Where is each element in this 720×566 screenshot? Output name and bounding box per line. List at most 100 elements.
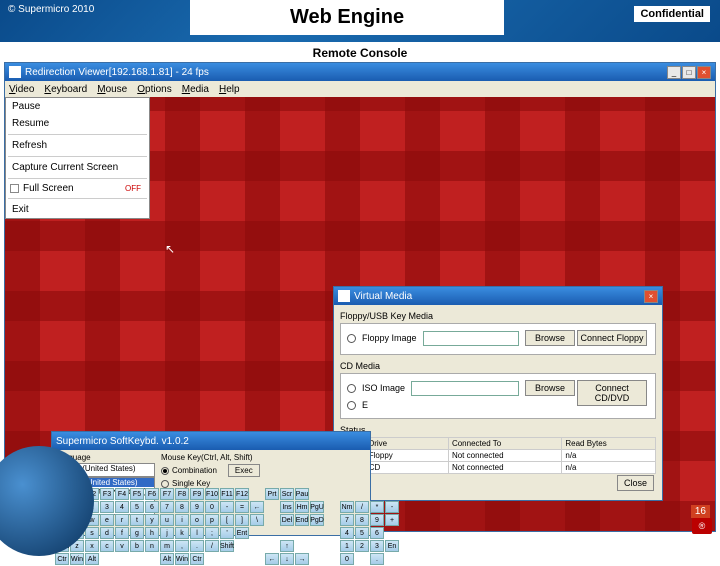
iso-image-radio[interactable] bbox=[347, 384, 356, 393]
keyboard-key[interactable]: - bbox=[385, 501, 399, 513]
keyboard-key[interactable]: PgU bbox=[310, 501, 324, 513]
keyboard-key[interactable]: 1 bbox=[340, 540, 354, 552]
floppy-path-input[interactable] bbox=[423, 331, 519, 346]
single-radio[interactable] bbox=[161, 480, 169, 488]
keyboard-key[interactable]: Ent bbox=[235, 527, 249, 539]
keyboard-key[interactable]: x bbox=[85, 540, 99, 552]
keyboard-key[interactable]: Nm bbox=[340, 501, 354, 513]
keyboard-key[interactable]: l bbox=[190, 527, 204, 539]
keyboard-key[interactable]: 5 bbox=[355, 527, 369, 539]
keyboard-key[interactable]: En bbox=[385, 540, 399, 552]
keyboard-key[interactable]: 2 bbox=[355, 540, 369, 552]
menu-keyboard[interactable]: Keyboard bbox=[44, 84, 87, 95]
maximize-button[interactable]: □ bbox=[682, 66, 696, 79]
keyboard-key[interactable]: F7 bbox=[160, 488, 174, 500]
vm-close-icon[interactable]: × bbox=[644, 290, 658, 303]
keyboard-key[interactable]: j bbox=[160, 527, 174, 539]
keyboard-key[interactable]: F4 bbox=[115, 488, 129, 500]
keyboard-key[interactable]: v bbox=[115, 540, 129, 552]
keyboard-key[interactable]: 6 bbox=[145, 501, 159, 513]
keyboard-key[interactable]: . bbox=[370, 553, 384, 565]
keyboard-key[interactable]: F8 bbox=[175, 488, 189, 500]
iso-path-input[interactable] bbox=[411, 381, 519, 396]
keyboard-key[interactable]: 8 bbox=[175, 501, 189, 513]
connect-floppy-button[interactable]: Connect Floppy bbox=[577, 330, 647, 346]
keyboard-key[interactable]: r bbox=[115, 514, 129, 526]
keyboard-key[interactable]: → bbox=[295, 553, 309, 565]
keyboard-key[interactable]: ↑ bbox=[280, 540, 294, 552]
keyboard-key[interactable]: [ bbox=[220, 514, 234, 526]
keyboard-key[interactable]: . bbox=[190, 540, 204, 552]
keyboard-key[interactable]: PgD bbox=[310, 514, 324, 526]
keyboard-key[interactable]: Prt bbox=[265, 488, 279, 500]
keyboard-key[interactable]: 7 bbox=[160, 501, 174, 513]
menu-item-pause[interactable]: Pause bbox=[6, 98, 149, 115]
connect-cd-button[interactable]: Connect CD/DVD bbox=[577, 380, 647, 406]
keyboard-key[interactable]: i bbox=[175, 514, 189, 526]
keyboard-key[interactable]: 3 bbox=[100, 501, 114, 513]
keyboard-key[interactable]: , bbox=[175, 540, 189, 552]
keyboard-key[interactable]: F6 bbox=[145, 488, 159, 500]
iso-browse-button[interactable]: Browse bbox=[525, 380, 575, 396]
keyboard-key[interactable]: \ bbox=[250, 514, 264, 526]
keyboard-key[interactable]: F5 bbox=[130, 488, 144, 500]
keyboard-key[interactable]: * bbox=[370, 501, 384, 513]
keyboard-key[interactable]: Del bbox=[280, 514, 294, 526]
close-button[interactable]: × bbox=[697, 66, 711, 79]
keyboard-key[interactable]: ; bbox=[205, 527, 219, 539]
keyboard-key[interactable]: 8 bbox=[355, 514, 369, 526]
keyboard-key[interactable]: h bbox=[145, 527, 159, 539]
keyboard-key[interactable]: s bbox=[85, 527, 99, 539]
keyboard-key[interactable]: 4 bbox=[340, 527, 354, 539]
keyboard-key[interactable]: F12 bbox=[235, 488, 249, 500]
keyboard-key[interactable]: f bbox=[115, 527, 129, 539]
keyboard-key[interactable]: Ctr bbox=[55, 553, 69, 565]
keyboard-key[interactable]: Shift bbox=[220, 540, 234, 552]
keyboard-key[interactable]: F3 bbox=[100, 488, 114, 500]
floppy-image-radio[interactable] bbox=[347, 334, 356, 343]
menu-item-exit[interactable]: Exit bbox=[6, 201, 149, 218]
keyboard-key[interactable]: ← bbox=[265, 553, 279, 565]
keyboard-key[interactable]: p bbox=[205, 514, 219, 526]
menu-item-refresh[interactable]: Refresh bbox=[6, 137, 149, 154]
keyboard-key[interactable]: Ctr bbox=[190, 553, 204, 565]
menu-video[interactable]: Video bbox=[9, 84, 34, 95]
keyboard-key[interactable]: ↓ bbox=[280, 553, 294, 565]
keyboard-key[interactable]: m bbox=[160, 540, 174, 552]
keyboard-key[interactable]: d bbox=[100, 527, 114, 539]
menu-options[interactable]: Options bbox=[137, 84, 171, 95]
keyboard-key[interactable]: 4 bbox=[115, 501, 129, 513]
keyboard-key[interactable]: ← bbox=[250, 501, 264, 513]
keyboard-key[interactable]: 9 bbox=[190, 501, 204, 513]
menu-item-resume[interactable]: Resume bbox=[6, 115, 149, 132]
keyboard-key[interactable]: k bbox=[175, 527, 189, 539]
keyboard-key[interactable]: F10 bbox=[205, 488, 219, 500]
keyboard-key[interactable]: 6 bbox=[370, 527, 384, 539]
minimize-button[interactable]: _ bbox=[667, 66, 681, 79]
keyboard-key[interactable]: ' bbox=[220, 527, 234, 539]
keyboard-key[interactable]: Scr bbox=[280, 488, 294, 500]
keyboard-key[interactable]: F9 bbox=[190, 488, 204, 500]
vm-titlebar[interactable]: Virtual Media × bbox=[334, 287, 662, 305]
keyboard-key[interactable]: 5 bbox=[130, 501, 144, 513]
keyboard-key[interactable]: + bbox=[385, 514, 399, 526]
keyboard-key[interactable]: 0 bbox=[205, 501, 219, 513]
keyboard-key[interactable]: 3 bbox=[370, 540, 384, 552]
combo-radio[interactable] bbox=[161, 467, 169, 475]
keyboard-key[interactable]: ] bbox=[235, 514, 249, 526]
keyboard-key[interactable]: u bbox=[160, 514, 174, 526]
keyboard-key[interactable]: Alt bbox=[85, 553, 99, 565]
keyboard-key[interactable]: Win bbox=[175, 553, 189, 565]
keyboard-key[interactable]: Hm bbox=[295, 501, 309, 513]
menu-item-capture[interactable]: Capture Current Screen bbox=[6, 159, 149, 176]
keyboard-key[interactable]: / bbox=[355, 501, 369, 513]
keyboard-key[interactable]: Ins bbox=[280, 501, 294, 513]
keyboard-key[interactable]: / bbox=[205, 540, 219, 552]
keyboard-key[interactable]: = bbox=[235, 501, 249, 513]
floppy-browse-button[interactable]: Browse bbox=[525, 330, 575, 346]
keyboard-key[interactable]: 0 bbox=[340, 553, 354, 565]
keyboard-key[interactable]: 7 bbox=[340, 514, 354, 526]
keyboard-key[interactable]: n bbox=[145, 540, 159, 552]
keyboard-key[interactable]: Alt bbox=[160, 553, 174, 565]
fullscreen-checkbox[interactable] bbox=[10, 184, 19, 193]
